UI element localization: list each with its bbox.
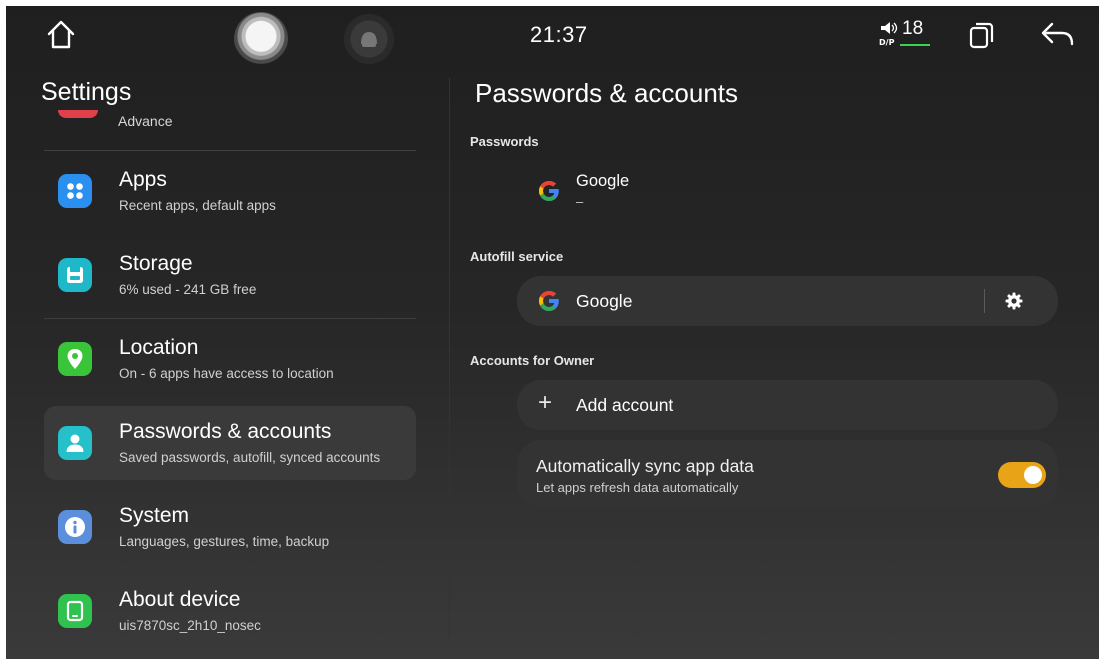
row-separator [984, 289, 985, 313]
accounts-icon [58, 426, 92, 460]
storage-icon [58, 258, 92, 292]
settings-title: Settings [41, 78, 132, 106]
sidebar-item-title: About device [119, 588, 241, 611]
advance-label[interactable]: Advance [118, 113, 172, 129]
sync-app-data-row[interactable]: Automatically sync app data Let apps ref… [517, 440, 1058, 508]
sidebar-item-subtitle: 6% used - 241 GB free [119, 282, 257, 297]
password-provider-row[interactable]: Google – [518, 166, 1058, 216]
sync-title: Automatically sync app data [536, 456, 754, 476]
passwords-section-header: Passwords [470, 134, 539, 149]
advance-icon [58, 110, 98, 118]
divider [44, 150, 416, 151]
assistant-icon[interactable] [234, 12, 288, 66]
add-account-label: Add account [576, 395, 674, 415]
sidebar-item-subtitle: Saved passwords, autofill, synced accoun… [119, 450, 381, 465]
back-icon[interactable] [1040, 20, 1076, 50]
status-bar: 21:37 D/P 18 [6, 6, 1099, 66]
screen: 21:37 D/P 18 Settings Advance Apps Recen… [6, 6, 1099, 659]
volume-indicator-line [900, 44, 930, 46]
page-title: Passwords & accounts [475, 78, 739, 108]
add-account-button[interactable]: + Add account [517, 380, 1058, 430]
location-icon [58, 342, 92, 376]
sync-toggle[interactable] [998, 462, 1046, 488]
divider [44, 318, 416, 319]
sidebar-item-storage[interactable]: Storage 6% used - 241 GB free [44, 238, 416, 312]
bluetooth-phone-icon[interactable] [344, 14, 394, 64]
sidebar-item-title: Storage [119, 252, 193, 275]
toggle-knob [1024, 466, 1042, 484]
sidebar-item-title: System [119, 504, 190, 527]
sidebar-item-system[interactable]: System Languages, gestures, time, backup [44, 490, 416, 564]
recents-icon[interactable] [968, 20, 996, 50]
apps-icon [58, 174, 92, 208]
sidebar-item-title: Apps [119, 168, 167, 191]
sidebar-item-title: Passwords & accounts [119, 420, 332, 443]
sidebar-item-title: Location [119, 336, 199, 359]
volume-icon[interactable]: D/P [878, 21, 900, 47]
autofill-service-row[interactable]: Google [517, 276, 1058, 326]
home-icon[interactable] [44, 18, 78, 52]
volume-level: 18 [902, 18, 924, 39]
autofill-provider-name: Google [576, 291, 633, 311]
info-icon [58, 510, 92, 544]
sidebar-item-subtitle: Languages, gestures, time, backup [119, 534, 330, 549]
sidebar-item-subtitle: On - 6 apps have access to location [119, 366, 334, 381]
google-icon [539, 181, 559, 201]
password-provider-name: Google [576, 172, 630, 190]
sidebar-item-subtitle: Recent apps, default apps [119, 198, 276, 213]
google-icon [539, 291, 559, 311]
clock: 21:37 [530, 22, 588, 47]
password-provider-detail: – [576, 194, 584, 209]
panel-divider [449, 78, 450, 638]
plus-icon: + [538, 389, 553, 416]
autofill-section-header: Autofill service [470, 249, 564, 264]
sidebar-item-about-device[interactable]: About device uis7870sc_2h10_nosec [44, 574, 416, 648]
accounts-section-header: Accounts for Owner [470, 353, 595, 368]
sidebar-item-apps[interactable]: Apps Recent apps, default apps [44, 154, 416, 228]
sidebar-item-passwords-accounts[interactable]: Passwords & accounts Saved passwords, au… [44, 406, 416, 480]
gear-icon[interactable] [1003, 290, 1025, 312]
device-icon [58, 594, 92, 628]
svg-text:D/P: D/P [879, 38, 895, 47]
sidebar-item-subtitle: uis7870sc_2h10_nosec [119, 618, 261, 633]
sync-subtitle: Let apps refresh data automatically [536, 480, 739, 495]
sidebar-item-location[interactable]: Location On - 6 apps have access to loca… [44, 322, 416, 396]
